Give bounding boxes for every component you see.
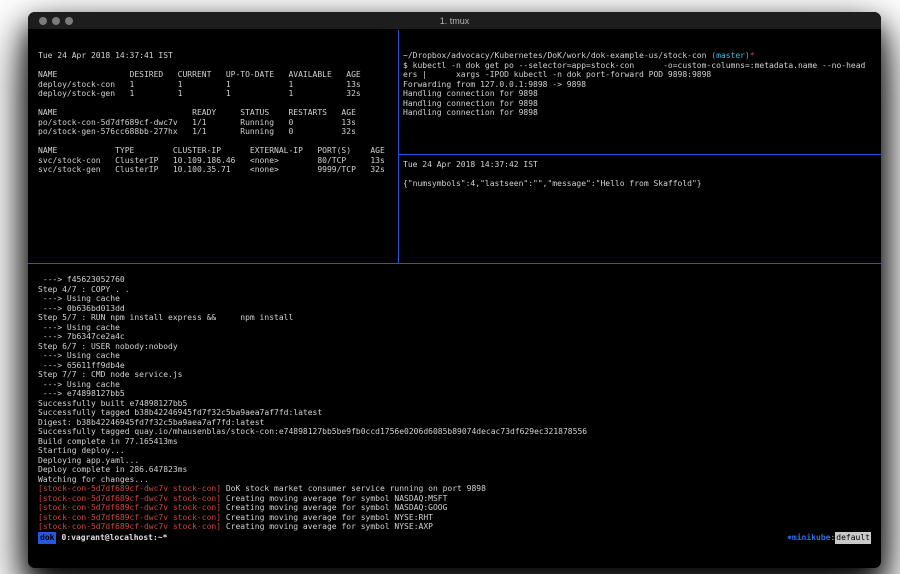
pane-divider-vertical: [398, 30, 399, 263]
pane-service-response[interactable]: Tue 24 Apr 2018 14:37:42 IST {"numsymbol…: [403, 160, 873, 268]
status-right: ⎈ minikube : default: [787, 532, 871, 544]
status-window-item[interactable]: 0:vagrant@localhost:~*: [61, 532, 167, 544]
session-name-badge: dok: [38, 532, 56, 544]
pane-kubectl-watch[interactable]: Tue 24 Apr 2018 14:37:41 IST NAME DESIRE…: [38, 51, 396, 279]
window-title: 1. tmux: [28, 12, 881, 29]
pane-divider-right-horizontal: [399, 154, 881, 155]
tmux-status-bar: dok 0:vagrant@localhost:~* ⎈ minikube : …: [38, 532, 871, 544]
pane-skaffold-log[interactable]: ---> f45623052760Step 4/7 : COPY . . ---…: [38, 275, 873, 533]
kube-context: minikube: [792, 532, 831, 544]
tmux-terminal: Tue 24 Apr 2018 14:37:41 IST NAME DESIRE…: [28, 30, 881, 568]
kube-namespace: default: [835, 532, 871, 544]
terminal-window: 1. tmux Tue 24 Apr 2018 14:37:41 IST NAM…: [28, 12, 881, 568]
title-bar: 1. tmux: [28, 12, 881, 30]
status-left: dok 0:vagrant@localhost:~*: [38, 532, 167, 544]
pane-port-forward[interactable]: ~/Dropbox/advocacy/Kubernetes/DoK/work/d…: [403, 51, 873, 153]
